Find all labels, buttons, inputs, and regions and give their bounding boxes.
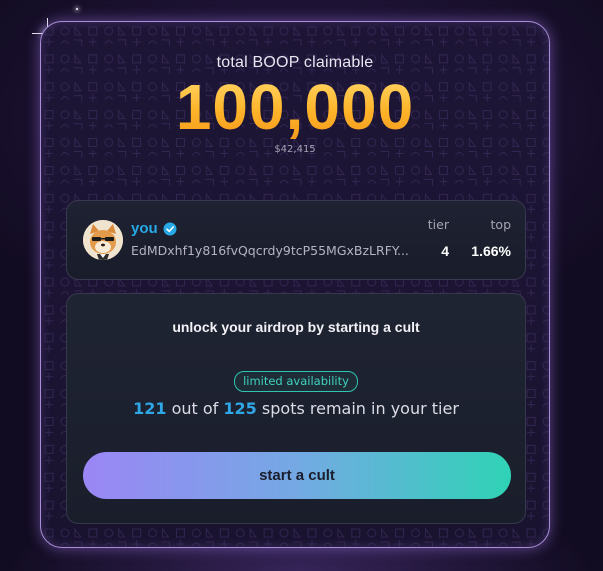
page-background: total BOOP claimable 100,000 $42,415 you… bbox=[0, 0, 603, 571]
sparkle-decoration bbox=[76, 8, 78, 10]
top-label: top bbox=[490, 217, 511, 232]
cult-title: unlock your airdrop by starting a cult bbox=[172, 319, 420, 335]
spots-remaining-text: 121 out of 125 spots remain in your tier bbox=[67, 399, 525, 418]
spots-total-count: 125 bbox=[223, 399, 257, 418]
badge-wrap: limited availability bbox=[67, 370, 525, 392]
user-stats-card: you EdMDxhf1y816fvQqcrdy9tcP55MGxBzLRFY.… bbox=[66, 200, 526, 280]
limited-availability-badge: limited availability bbox=[234, 371, 358, 392]
usd-value: $42,415 bbox=[274, 144, 316, 155]
verified-check-icon bbox=[163, 222, 177, 235]
user-name[interactable]: you bbox=[131, 220, 158, 237]
top-percent-value: 1.66% bbox=[471, 243, 511, 259]
claim-label: total BOOP claimable bbox=[216, 54, 374, 71]
shiba-dog-avatar-icon bbox=[83, 220, 123, 260]
spots-mid-text: out of bbox=[171, 399, 219, 418]
airdrop-card: total BOOP claimable 100,000 $42,415 you… bbox=[40, 21, 550, 548]
claimable-amount: 100,000 bbox=[41, 74, 549, 140]
start-cult-card: unlock your airdrop by starting a cult l… bbox=[66, 293, 526, 524]
spots-suffix-text: spots remain in your tier bbox=[261, 399, 459, 418]
avatar[interactable] bbox=[83, 220, 123, 260]
claim-summary: total BOOP claimable 100,000 $42,415 bbox=[41, 54, 549, 155]
tier-value: 4 bbox=[441, 243, 449, 259]
start-cult-button[interactable]: start a cult bbox=[83, 452, 511, 499]
wallet-address: EdMDxhf1y816fvQqcrdy9tcP55MGxBzLRFY... bbox=[131, 243, 409, 258]
spots-remaining-count: 121 bbox=[133, 399, 167, 418]
user-name-row: you bbox=[131, 220, 177, 237]
tier-label: tier bbox=[427, 217, 449, 232]
